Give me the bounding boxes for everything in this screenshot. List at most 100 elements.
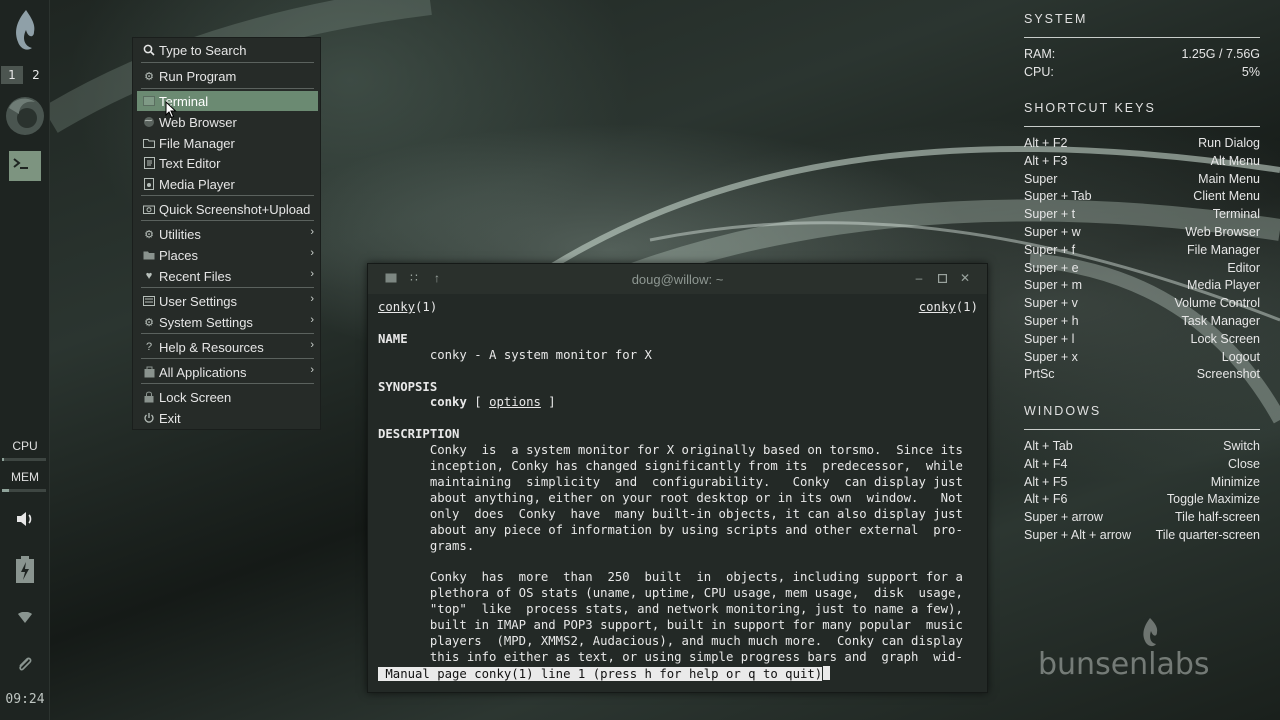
conky-system-key: CPU: — [1024, 64, 1054, 79]
menu-item-label: Text Editor — [159, 155, 221, 171]
terminal-titlebar[interactable]: ∷ ↑ doug@willow: ~ – ✕ — [368, 264, 987, 294]
network-wifi-icon[interactable] — [0, 609, 50, 627]
menu-item-system-settings[interactable]: ⚙ System Settings › — [137, 312, 318, 332]
man-header-right-section: (1) — [955, 300, 978, 314]
workspace-2-label: 2 — [32, 68, 40, 82]
logo-text: bunsenlabs — [1038, 647, 1210, 682]
submenu-arrow-icon: › — [310, 314, 314, 326]
conky-divider — [1024, 37, 1260, 38]
menu-item-exit[interactable]: Exit — [137, 408, 318, 428]
conky-window-row: Super + arrow Tile half-screen — [1024, 510, 1260, 528]
menu-separator — [141, 195, 314, 196]
menu-item-text-editor[interactable]: Text Editor — [137, 153, 318, 173]
man-text-line: about anything, either on your root desk… — [378, 490, 963, 505]
root-menu: Type to Search ⚙ Run Program Terminal We… — [132, 37, 321, 430]
man-text-line: built in IMAP and POP3 support, built in… — [378, 618, 963, 633]
menu-separator — [141, 62, 314, 63]
conky-divider — [1024, 126, 1260, 127]
conky-shortcut-row: Alt + F2 Run Dialog — [1024, 136, 1260, 154]
menu-item-type-to-search[interactable]: Type to Search — [137, 40, 318, 60]
volume-icon[interactable] — [0, 508, 50, 530]
conky-shortcut-value: Logout — [1221, 349, 1260, 364]
pager-status-line: Manual page conky(1) line 1 (press h for… — [378, 666, 823, 681]
man-synopsis-options: options — [489, 395, 541, 410]
folder-icon — [143, 249, 155, 261]
menu-item-utilities[interactable]: ⚙ Utilities › — [137, 224, 318, 244]
menu-item-lock-screen[interactable]: Lock Screen — [137, 387, 318, 407]
menu-item-quick-screenshot[interactable]: Quick Screenshot+Upload — [137, 199, 318, 219]
terminal-icon — [143, 95, 155, 107]
conky-window-value: Close — [1228, 456, 1260, 471]
man-text-line: this info either as text, or using simpl… — [378, 649, 963, 664]
menu-item-media-player[interactable]: Media Player — [137, 174, 318, 194]
firefox-icon[interactable] — [0, 94, 50, 138]
conky-system-value: 1.25G / 7.56G — [1181, 47, 1260, 61]
conky-shortcut-value: Alt Menu — [1210, 153, 1260, 168]
menu-item-user-settings[interactable]: User Settings › — [137, 291, 318, 311]
conky-window-row: Alt + F5 Minimize — [1024, 475, 1260, 493]
man-text-line: grams. — [378, 538, 475, 553]
conky-shortcut-value: Task Manager — [1181, 314, 1260, 328]
lock-icon — [143, 391, 155, 403]
conky-system-value: 5% — [1241, 64, 1260, 79]
menu-item-label: Type to Search — [159, 42, 247, 58]
conky-section-windows: WINDOWS — [1024, 404, 1102, 418]
paperclip-icon[interactable] — [0, 654, 50, 676]
conky-shortcut-value: Editor — [1227, 260, 1260, 275]
workspace-1-button[interactable]: 1 — [1, 66, 23, 84]
submenu-arrow-icon: › — [310, 247, 314, 259]
menu-item-run-program[interactable]: ⚙ Run Program — [137, 66, 318, 86]
media-player-icon — [143, 178, 155, 190]
conky-system-key: RAM: — [1024, 47, 1056, 61]
man-text-line: only does Conky have many built-in objec… — [378, 506, 963, 521]
maximize-icon[interactable] — [935, 271, 949, 285]
close-icon[interactable]: ✕ — [958, 271, 972, 285]
conky-shortcut-value: File Manager — [1187, 242, 1260, 257]
menu-item-recent-files[interactable]: ♥ Recent Files › — [137, 266, 318, 286]
submenu-arrow-icon: › — [310, 268, 314, 280]
man-synopsis-bracket-open: [ — [466, 395, 490, 410]
man-section-synopsis: SYNOPSIS — [378, 379, 438, 394]
bunsenlabs-flame-icon[interactable] — [0, 6, 50, 56]
menu-separator — [141, 383, 314, 384]
terminal-output[interactable]: conky(1) conky(1) NAME conky - A system m… — [378, 300, 978, 684]
menu-item-help-resources[interactable]: ? Help & Resources › — [137, 337, 318, 357]
conky-window-key: Super + arrow — [1024, 510, 1103, 525]
menu-item-label: Run Program — [159, 68, 237, 84]
utilities-icon: ⚙ — [144, 228, 154, 241]
man-text-line: about any piece of information by using … — [378, 522, 963, 537]
conky-shortcut-row: Super Main Menu — [1024, 172, 1260, 190]
terminal-window[interactable]: ∷ ↑ doug@willow: ~ – ✕ conky(1) conky(1) … — [367, 263, 988, 693]
conky-shortcut-row: Super + m Media Player — [1024, 278, 1260, 296]
minimize-icon[interactable]: – — [912, 271, 926, 285]
conky-shortcut-row: Super + f File Manager — [1024, 243, 1260, 261]
conky-shortcut-row: Alt + F3 Alt Menu — [1024, 154, 1260, 172]
terminal-launcher-icon[interactable] — [0, 148, 50, 184]
menu-item-label: Lock Screen — [159, 389, 232, 405]
menu-item-label: Utilities — [159, 226, 201, 242]
submenu-arrow-icon: › — [310, 226, 314, 238]
mem-meter-fill — [2, 489, 10, 492]
conky-shortcut-value: Main Menu — [1198, 171, 1260, 186]
man-header-right: conky — [918, 300, 956, 314]
conky-shortcut-key: PrtSc — [1024, 367, 1055, 382]
man-name-line: conky - A system monitor for X — [378, 347, 652, 362]
conky-shortcut-key: Super + v — [1024, 296, 1078, 311]
conky-shortcut-value: Client Menu — [1193, 189, 1260, 204]
conky-window-key: Super + Alt + arrow — [1024, 528, 1132, 542]
conky-shortcut-key: Super + w — [1024, 225, 1081, 239]
mouse-pointer-icon — [165, 101, 177, 119]
conky-shortcut-row: Super + h Task Manager — [1024, 314, 1260, 332]
menu-item-file-manager[interactable]: File Manager — [137, 133, 318, 153]
submenu-arrow-icon: › — [310, 339, 314, 351]
menu-item-label: Places — [159, 247, 199, 263]
conky-shortcut-value: Web Browser — [1185, 225, 1260, 239]
conky-window-value: Toggle Maximize — [1166, 492, 1260, 507]
menu-item-places[interactable]: Places › — [137, 245, 318, 265]
conky-shortcut-key: Super + m — [1024, 278, 1083, 293]
battery-icon[interactable] — [0, 555, 50, 585]
menu-item-label: Exit — [159, 410, 181, 426]
conky-shortcut-key: Super + f — [1024, 242, 1076, 257]
workspace-2-button[interactable]: 2 — [25, 66, 47, 84]
menu-item-all-applications[interactable]: All Applications › — [137, 362, 318, 382]
